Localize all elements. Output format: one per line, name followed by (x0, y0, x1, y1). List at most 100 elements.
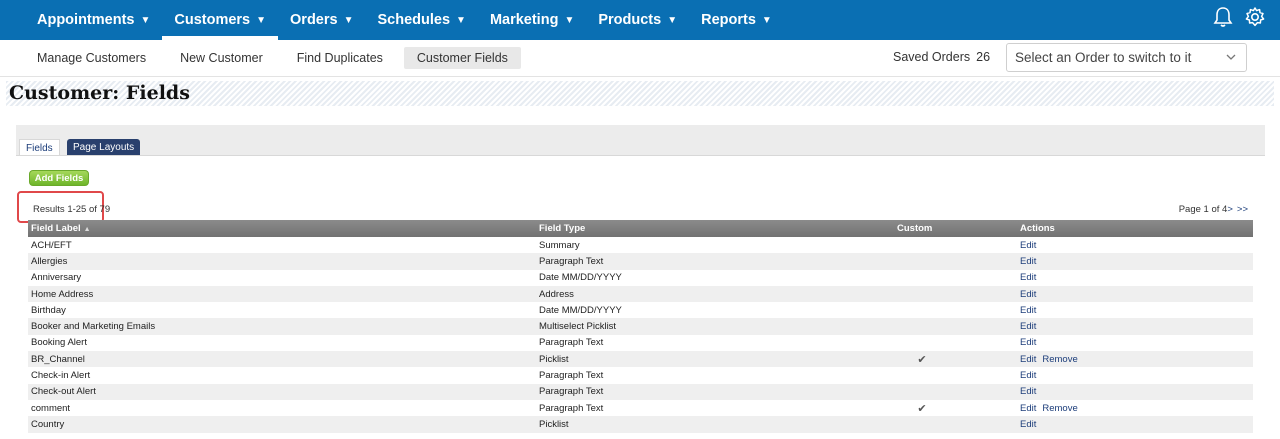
tab-fields[interactable]: Fields (19, 139, 60, 156)
table-row: Country Picklist Edit (28, 416, 1253, 433)
cell-actions: Edit (1017, 383, 1253, 400)
cell-field-label: Home Address (28, 285, 536, 303)
edit-link[interactable]: Edit (1020, 256, 1036, 267)
saved-orders-label: Saved Orders (893, 50, 971, 64)
cell-field-label: Anniversary (28, 269, 536, 286)
edit-link[interactable]: Edit (1020, 386, 1036, 397)
edit-link[interactable]: Edit (1020, 321, 1036, 332)
header-field-type[interactable]: Field Type (536, 220, 897, 237)
header-icons (1212, 6, 1266, 28)
cell-field-type: Picklist (536, 416, 897, 433)
cell-field-type: Paragraph Text (536, 253, 897, 270)
table-row: Allergies Paragraph Text Edit (28, 253, 1253, 270)
nav-marketing[interactable]: Marketing ▼ (478, 0, 586, 40)
cell-field-type: Paragraph Text (536, 383, 897, 400)
page-title-bar: Customer: Fields (6, 81, 1274, 106)
nav-products[interactable]: Products ▼ (586, 0, 689, 40)
cell-actions: Edit (1017, 302, 1253, 319)
cell-actions: Edit Remove (1017, 351, 1253, 368)
add-fields-button[interactable]: Add Fields (29, 170, 89, 186)
order-select[interactable]: Select an Order to switch to it (1006, 43, 1247, 72)
gear-icon[interactable] (1244, 6, 1266, 28)
cell-field-type: Multiselect Picklist (536, 318, 897, 335)
cell-custom (897, 318, 1017, 335)
cell-actions: Edit Remove (1017, 399, 1253, 417)
cell-field-type: Address (536, 285, 897, 303)
header-actions: Actions (1017, 220, 1253, 237)
cell-field-label: Check-out Alert (28, 383, 536, 400)
edit-link[interactable]: Edit (1020, 337, 1036, 348)
subnav-manage-customers[interactable]: Manage Customers (24, 47, 159, 69)
table-row: ACH/EFT Summary Edit (28, 237, 1253, 254)
cell-field-label: Allergies (28, 253, 536, 270)
nav-customers[interactable]: Customers ▼ (162, 0, 279, 40)
edit-link[interactable]: Edit (1020, 419, 1036, 430)
header-field-label[interactable]: Field Label ▲ (28, 220, 536, 237)
cell-field-label: Country (28, 416, 536, 433)
nav-label: Schedules (377, 12, 451, 28)
caret-down-icon: ▼ (140, 14, 151, 26)
nav-appointments[interactable]: Appointments ▼ (25, 0, 162, 40)
edit-link[interactable]: Edit (1020, 305, 1036, 316)
remove-link[interactable]: Remove (1042, 403, 1077, 414)
caret-down-icon: ▼ (667, 14, 678, 26)
pager: Page 1 of 4> >> (1179, 204, 1248, 215)
cell-field-label: comment (28, 399, 536, 417)
cell-custom: ✔ (897, 399, 1017, 417)
header-field-label-text: Field Label (31, 223, 81, 234)
saved-orders: Saved Orders 26 (893, 50, 990, 64)
cell-actions: Edit (1017, 237, 1253, 254)
table-row: Booker and Marketing Emails Multiselect P… (28, 318, 1253, 335)
pager-text: Page 1 of 4 (1178, 204, 1228, 215)
nav-schedules[interactable]: Schedules ▼ (366, 0, 478, 40)
cell-actions: Edit (1017, 334, 1253, 352)
sort-asc-icon: ▲ (83, 226, 91, 233)
cell-custom (897, 416, 1017, 433)
cell-field-label: BR_Channel (28, 351, 536, 368)
caret-down-icon: ▼ (761, 14, 772, 26)
fields-panel: Fields Page Layouts Add Fields Results 1… (16, 125, 1265, 439)
main-menu: Appointments ▼ Customers ▼ Orders ▼ Schedul… (25, 0, 784, 40)
edit-link[interactable]: Edit (1020, 370, 1036, 381)
edit-link[interactable]: Edit (1020, 354, 1036, 365)
cell-field-label: Booker and Marketing Emails (28, 318, 536, 335)
cell-field-type: Date MM/DD/YYYY (536, 269, 897, 286)
cell-custom (897, 237, 1017, 254)
table-row: Home Address Address Edit (28, 285, 1253, 303)
cell-field-type: Summary (536, 237, 897, 254)
caret-down-icon: ▼ (564, 14, 575, 26)
header-custom[interactable]: Custom (897, 220, 1017, 237)
pager-next[interactable]: > (1227, 204, 1233, 215)
cell-custom: ✔ (897, 351, 1017, 368)
edit-link[interactable]: Edit (1020, 289, 1036, 300)
edit-link[interactable]: Edit (1020, 272, 1036, 283)
cell-field-type: Paragraph Text (536, 367, 897, 384)
cell-actions: Edit (1017, 318, 1253, 335)
cell-field-type: Paragraph Text (536, 334, 897, 352)
cell-field-type: Paragraph Text (536, 399, 897, 417)
table-row: Anniversary Date MM/DD/YYYY Edit (28, 269, 1253, 286)
cell-actions: Edit (1017, 367, 1253, 384)
nav-orders[interactable]: Orders ▼ (278, 0, 365, 40)
cell-custom (897, 383, 1017, 400)
subnav-customer-fields[interactable]: Customer Fields (403, 47, 521, 69)
tab-page-layouts[interactable]: Page Layouts (67, 139, 141, 156)
remove-link[interactable]: Remove (1042, 354, 1077, 365)
cell-actions: Edit (1017, 253, 1253, 270)
bell-icon[interactable] (1212, 6, 1234, 28)
subnav-find-duplicates[interactable]: Find Duplicates (284, 47, 396, 69)
subnav-new-customer[interactable]: New Customer (167, 47, 276, 69)
top-navigation: Appointments ▼ Customers ▼ Orders ▼ Schedul… (0, 0, 1280, 40)
edit-link[interactable]: Edit (1020, 403, 1036, 414)
edit-link[interactable]: Edit (1020, 240, 1036, 251)
nav-label: Reports (701, 12, 756, 28)
table-body: ACH/EFT Summary Edit Allergies Paragraph Tex… (28, 237, 1253, 433)
cell-custom (897, 253, 1017, 270)
table-row: comment Paragraph Text ✔ Edit Remove (28, 399, 1253, 417)
table-row: Booking Alert Paragraph Text Edit (28, 334, 1253, 352)
pager-last[interactable]: >> (1237, 204, 1248, 215)
nav-reports[interactable]: Reports ▼ (689, 0, 784, 40)
nav-label: Appointments (37, 12, 135, 28)
cell-field-type: Picklist (536, 351, 897, 368)
table-row: BR_Channel Picklist ✔ Edit Remove (28, 351, 1253, 368)
